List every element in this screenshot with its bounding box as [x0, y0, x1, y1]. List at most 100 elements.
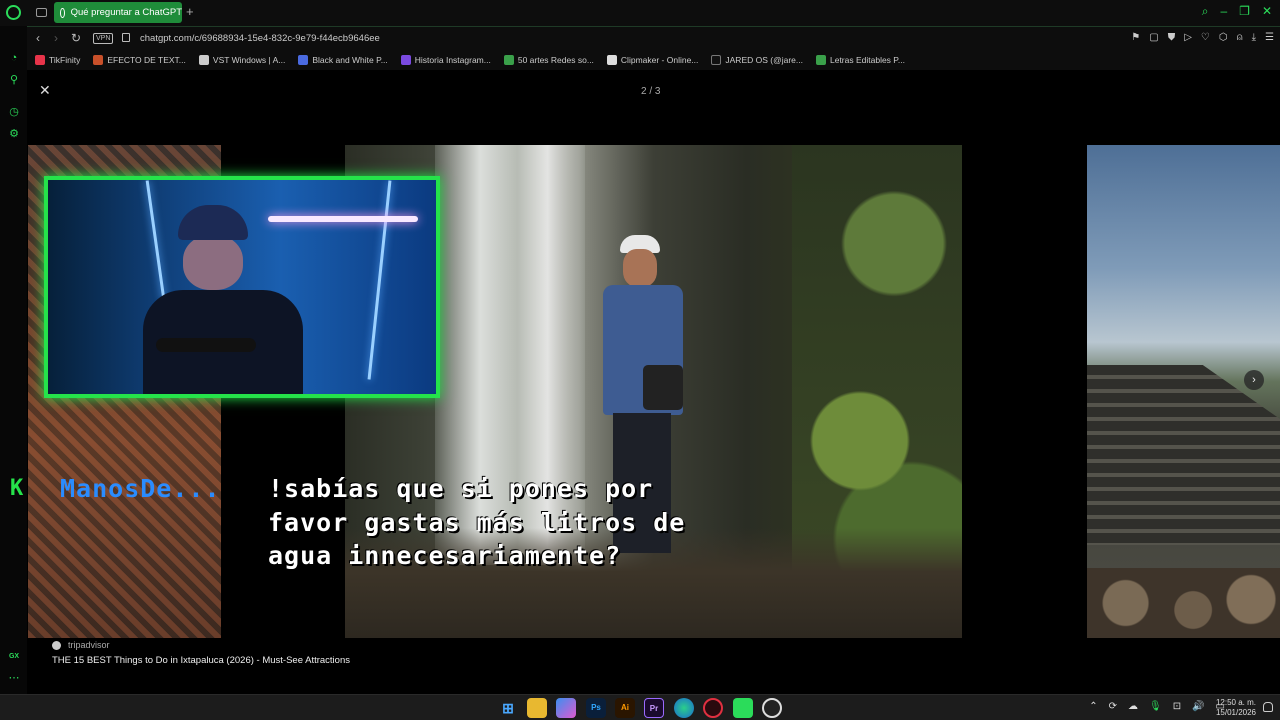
bookmark-item[interactable]: EFECTO DE TEXT...	[93, 55, 186, 65]
bookmark-label: VST Windows | A...	[212, 55, 286, 65]
minimize-button[interactable]: –	[1220, 4, 1227, 19]
bookmark-item[interactable]: JARED OS (@jare...	[711, 55, 803, 65]
bookmarks-bar: TikFinity EFECTO DE TEXT... VST Windows …	[27, 50, 1280, 70]
network-icon[interactable]: ⊡	[1173, 701, 1181, 712]
gx-control-icon[interactable]: ⚲	[8, 74, 20, 86]
onedrive-icon[interactable]: ☁	[1128, 701, 1138, 712]
settings-gear-icon[interactable]: ⚙	[8, 128, 20, 140]
download-icon[interactable]: ⤓	[1252, 32, 1256, 43]
pin-icon[interactable]: ⚑	[1131, 32, 1140, 43]
obs-icon[interactable]	[762, 698, 782, 718]
chevron-up-icon[interactable]: ⌃	[1089, 701, 1097, 712]
edge-icon[interactable]	[674, 698, 694, 718]
browser-window: Qué preguntar a ChatGPT + ⌕ – ❐ ✕ ◔ ⚲ ◷ …	[0, 0, 1280, 720]
play-icon[interactable]: ▷	[1184, 32, 1192, 43]
bookmark-label: EFECTO DE TEXT...	[107, 55, 186, 65]
windows-start-icon[interactable]: ⊞	[498, 698, 518, 718]
copilot-icon[interactable]	[556, 698, 576, 718]
bookmark-favicon-icon	[815, 55, 826, 65]
clock-time: 12:50 a. m.	[1215, 698, 1256, 707]
illustrator-icon[interactable]: Ai	[615, 698, 635, 718]
bookmark-favicon-icon	[93, 55, 104, 65]
tripadvisor-icon	[52, 640, 61, 650]
bookmark-item[interactable]: VST Windows | A...	[198, 55, 286, 65]
search-icon[interactable]: ⌕	[1202, 4, 1209, 19]
tab-title: Qué preguntar a ChatGPT	[70, 7, 182, 18]
chevron-right-icon[interactable]: ›	[1244, 370, 1264, 390]
bookmark-favicon-icon	[35, 55, 45, 65]
next-image-pyramid[interactable]	[1087, 145, 1280, 638]
sidebar: ◔ ⚲ ◷ ⚙ GX ⋯	[0, 26, 27, 694]
shield-icon[interactable]: ⛊	[1168, 32, 1176, 43]
vpn-badge[interactable]: VPN	[93, 33, 114, 44]
file-explorer-icon[interactable]	[527, 698, 547, 718]
volume-icon[interactable]: 🔊	[1192, 701, 1204, 712]
clock-date: 15/01/2026	[1215, 708, 1256, 717]
bookmark-label: Historia Instagram...	[414, 55, 491, 65]
close-window-button[interactable]: ✕	[1262, 4, 1272, 19]
bookmark-item[interactable]: Clipmaker - Online...	[606, 55, 699, 65]
chat-prefix: K	[10, 476, 24, 501]
chatgpt-favicon-icon	[60, 7, 65, 18]
sync-icon[interactable]: ⟳	[1109, 701, 1117, 712]
history-icon[interactable]: ◷	[8, 106, 20, 118]
tab-overview-icon[interactable]	[36, 8, 47, 17]
bookmark-favicon-icon	[400, 55, 411, 65]
android-studio-icon[interactable]	[733, 698, 753, 718]
bookmark-favicon-icon	[198, 55, 209, 65]
chat-message: !sabías que si pones por favor gastas má…	[268, 474, 686, 570]
opera-gx-icon[interactable]	[703, 698, 723, 718]
source-title-link[interactable]: THE 15 BEST Things to Do in Ixtapaluca (…	[52, 655, 350, 666]
bookmark-item[interactable]: Letras Editables P...	[815, 55, 905, 65]
forward-button[interactable]: ›	[54, 31, 58, 45]
lock-icon[interactable]	[122, 33, 130, 42]
clock[interactable]: 12:50 a. m. 15/01/2026	[1216, 698, 1256, 718]
bookmark-item[interactable]: Black and White P...	[298, 55, 388, 65]
premiere-icon[interactable]: Pr	[644, 698, 664, 718]
image-source[interactable]: tripadvisor	[52, 640, 110, 650]
system-tray: ⌃ ⟳ ☁ 🎙 ⊡ 🔊 ▭	[1089, 701, 1225, 712]
tab-chatgpt[interactable]: Qué preguntar a ChatGPT	[54, 2, 182, 23]
reload-button[interactable]: ↻	[71, 31, 81, 45]
notification-bell-icon[interactable]	[1263, 702, 1273, 712]
bookmark-favicon-icon	[606, 55, 617, 65]
gx-label[interactable]: GX	[8, 651, 20, 663]
microphone-icon[interactable]: 🎙	[1149, 701, 1162, 712]
restore-button[interactable]: ❐	[1239, 4, 1250, 19]
new-tab-button[interactable]: +	[186, 4, 194, 19]
extensions-icon[interactable]: ⬡	[1219, 32, 1228, 43]
photoshop-icon[interactable]: Ps	[586, 698, 606, 718]
bookmark-item[interactable]: Historia Instagram...	[400, 55, 491, 65]
heart-icon[interactable]: ♡	[1201, 32, 1210, 43]
led-light	[268, 216, 418, 222]
source-name: tripadvisor	[68, 640, 110, 650]
back-button[interactable]: ‹	[36, 31, 40, 45]
windows-taskbar: ⊞ Ps Ai Pr ⌃ ⟳ ☁ 🎙 ⊡ 🔊 ▭ 12:50 a. m. 15/…	[0, 694, 1280, 720]
bookmark-label: 50 artes Redes so...	[517, 55, 594, 65]
bookmark-label: Letras Editables P...	[829, 55, 905, 65]
bookmark-favicon-icon	[503, 55, 514, 65]
menu-icon[interactable]: ☰	[1265, 32, 1274, 43]
bookmark-label: TikFinity	[49, 55, 81, 65]
snapshot-icon[interactable]: ▢	[1149, 32, 1158, 43]
bookmark-label: JARED OS (@jare...	[725, 55, 803, 65]
bookmark-item[interactable]: TikFinity	[35, 55, 80, 65]
bookmark-label: Black and White P...	[312, 55, 388, 65]
bookmark-item[interactable]: 50 artes Redes so...	[503, 55, 594, 65]
chat-username: ManosDe...	[60, 474, 221, 503]
speed-dial-icon[interactable]: ◔	[8, 52, 20, 64]
streamer-figure	[143, 205, 303, 394]
bookmark-label: Clipmaker - Online...	[620, 55, 699, 65]
opera-gx-logo-icon[interactable]	[6, 5, 21, 20]
close-icon[interactable]: ✕	[39, 82, 51, 99]
window-controls: ⌕ – ❐ ✕	[1202, 4, 1272, 19]
tab-bar: Qué preguntar a ChatGPT + ⌕ – ❐ ✕	[0, 0, 1280, 26]
url-field[interactable]: chatgpt.com/c/69688934-15e4-832c-9e79-f4…	[140, 33, 380, 44]
tiktok-icon	[711, 55, 722, 65]
account-icon[interactable]: ⍝	[1237, 32, 1243, 43]
microphone	[156, 338, 256, 352]
webcam-overlay	[44, 176, 440, 398]
image-counter: 2 / 3	[641, 86, 661, 97]
bookmark-favicon-icon	[298, 55, 309, 65]
more-icon[interactable]: ⋯	[8, 672, 20, 684]
